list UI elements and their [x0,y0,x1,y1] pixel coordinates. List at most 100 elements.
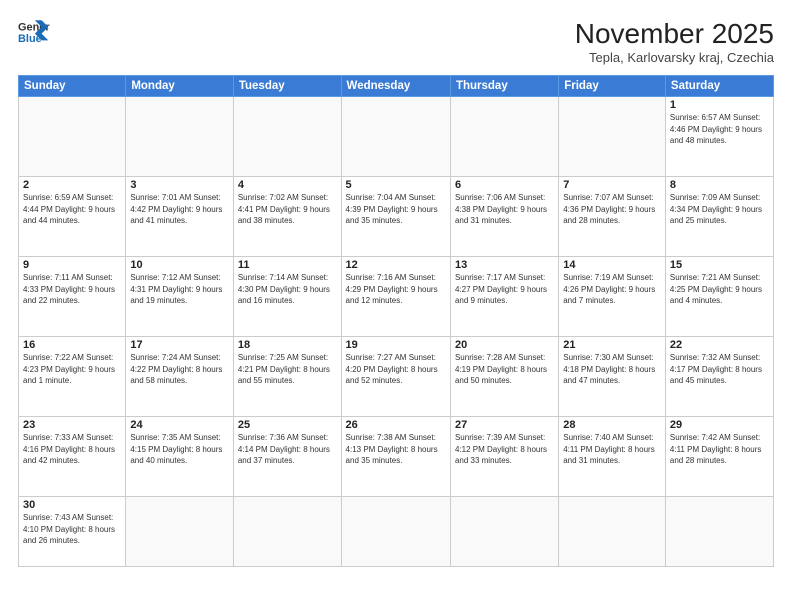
calendar-cell: 11Sunrise: 7:14 AM Sunset: 4:30 PM Dayli… [233,257,341,337]
day-number: 26 [346,419,446,431]
col-wednesday: Wednesday [341,76,450,97]
day-info: Sunrise: 7:36 AM Sunset: 4:14 PM Dayligh… [238,432,337,467]
calendar-cell: 22Sunrise: 7:32 AM Sunset: 4:17 PM Dayli… [665,337,773,417]
calendar-cell: 8Sunrise: 7:09 AM Sunset: 4:34 PM Daylig… [665,177,773,257]
calendar-cell [341,97,450,177]
calendar-cell: 27Sunrise: 7:39 AM Sunset: 4:12 PM Dayli… [450,417,558,497]
day-number: 2 [23,179,121,191]
calendar-cell: 7Sunrise: 7:07 AM Sunset: 4:36 PM Daylig… [559,177,666,257]
calendar-cell: 26Sunrise: 7:38 AM Sunset: 4:13 PM Dayli… [341,417,450,497]
day-info: Sunrise: 7:39 AM Sunset: 4:12 PM Dayligh… [455,432,554,467]
calendar-cell: 19Sunrise: 7:27 AM Sunset: 4:20 PM Dayli… [341,337,450,417]
day-info: Sunrise: 7:25 AM Sunset: 4:21 PM Dayligh… [238,352,337,387]
calendar-cell: 20Sunrise: 7:28 AM Sunset: 4:19 PM Dayli… [450,337,558,417]
logo: General Blue [18,18,50,46]
day-number: 16 [23,339,121,351]
calendar-cell: 16Sunrise: 7:22 AM Sunset: 4:23 PM Dayli… [19,337,126,417]
header: General Blue November 2025 Tepla, Karlov… [18,18,774,65]
day-info: Sunrise: 7:43 AM Sunset: 4:10 PM Dayligh… [23,512,121,547]
day-number: 28 [563,419,661,431]
day-number: 18 [238,339,337,351]
day-info: Sunrise: 7:22 AM Sunset: 4:23 PM Dayligh… [23,352,121,387]
day-info: Sunrise: 7:33 AM Sunset: 4:16 PM Dayligh… [23,432,121,467]
day-info: Sunrise: 7:11 AM Sunset: 4:33 PM Dayligh… [23,272,121,307]
calendar-cell: 24Sunrise: 7:35 AM Sunset: 4:15 PM Dayli… [126,417,234,497]
day-number: 14 [563,259,661,271]
day-number: 9 [23,259,121,271]
title-area: November 2025 Tepla, Karlovarsky kraj, C… [575,18,774,65]
day-info: Sunrise: 7:21 AM Sunset: 4:25 PM Dayligh… [670,272,769,307]
day-info: Sunrise: 7:02 AM Sunset: 4:41 PM Dayligh… [238,192,337,227]
calendar-cell: 28Sunrise: 7:40 AM Sunset: 4:11 PM Dayli… [559,417,666,497]
day-number: 12 [346,259,446,271]
day-number: 17 [130,339,229,351]
day-info: Sunrise: 7:19 AM Sunset: 4:26 PM Dayligh… [563,272,661,307]
calendar-cell [665,497,773,567]
day-number: 27 [455,419,554,431]
calendar-cell: 1Sunrise: 6:57 AM Sunset: 4:46 PM Daylig… [665,97,773,177]
location: Tepla, Karlovarsky kraj, Czechia [575,50,774,65]
col-sunday: Sunday [19,76,126,97]
day-info: Sunrise: 7:16 AM Sunset: 4:29 PM Dayligh… [346,272,446,307]
day-info: Sunrise: 7:24 AM Sunset: 4:22 PM Dayligh… [130,352,229,387]
calendar-cell [450,97,558,177]
calendar-header-row: Sunday Monday Tuesday Wednesday Thursday… [19,76,774,97]
page: General Blue November 2025 Tepla, Karlov… [0,0,792,612]
day-info: Sunrise: 7:42 AM Sunset: 4:11 PM Dayligh… [670,432,769,467]
day-info: Sunrise: 7:38 AM Sunset: 4:13 PM Dayligh… [346,432,446,467]
calendar-table: Sunday Monday Tuesday Wednesday Thursday… [18,75,774,567]
calendar-cell [559,497,666,567]
day-number: 11 [238,259,337,271]
day-info: Sunrise: 7:01 AM Sunset: 4:42 PM Dayligh… [130,192,229,227]
calendar-cell: 18Sunrise: 7:25 AM Sunset: 4:21 PM Dayli… [233,337,341,417]
col-monday: Monday [126,76,234,97]
day-number: 22 [670,339,769,351]
calendar-cell: 12Sunrise: 7:16 AM Sunset: 4:29 PM Dayli… [341,257,450,337]
day-info: Sunrise: 7:30 AM Sunset: 4:18 PM Dayligh… [563,352,661,387]
day-number: 29 [670,419,769,431]
day-info: Sunrise: 7:07 AM Sunset: 4:36 PM Dayligh… [563,192,661,227]
calendar-cell [233,97,341,177]
calendar-cell [19,97,126,177]
day-info: Sunrise: 7:09 AM Sunset: 4:34 PM Dayligh… [670,192,769,227]
day-number: 13 [455,259,554,271]
day-info: Sunrise: 7:40 AM Sunset: 4:11 PM Dayligh… [563,432,661,467]
day-number: 24 [130,419,229,431]
day-number: 5 [346,179,446,191]
calendar-cell [450,497,558,567]
day-number: 20 [455,339,554,351]
day-info: Sunrise: 7:06 AM Sunset: 4:38 PM Dayligh… [455,192,554,227]
day-number: 21 [563,339,661,351]
col-tuesday: Tuesday [233,76,341,97]
day-info: Sunrise: 7:12 AM Sunset: 4:31 PM Dayligh… [130,272,229,307]
day-number: 19 [346,339,446,351]
day-number: 7 [563,179,661,191]
day-number: 3 [130,179,229,191]
calendar-cell: 14Sunrise: 7:19 AM Sunset: 4:26 PM Dayli… [559,257,666,337]
calendar-cell: 17Sunrise: 7:24 AM Sunset: 4:22 PM Dayli… [126,337,234,417]
generalblue-logo-icon: General Blue [18,18,50,46]
calendar-cell: 21Sunrise: 7:30 AM Sunset: 4:18 PM Dayli… [559,337,666,417]
calendar-cell: 9Sunrise: 7:11 AM Sunset: 4:33 PM Daylig… [19,257,126,337]
calendar-cell [233,497,341,567]
day-info: Sunrise: 6:59 AM Sunset: 4:44 PM Dayligh… [23,192,121,227]
day-number: 4 [238,179,337,191]
calendar-cell: 23Sunrise: 7:33 AM Sunset: 4:16 PM Dayli… [19,417,126,497]
day-info: Sunrise: 7:17 AM Sunset: 4:27 PM Dayligh… [455,272,554,307]
calendar-cell: 5Sunrise: 7:04 AM Sunset: 4:39 PM Daylig… [341,177,450,257]
day-number: 15 [670,259,769,271]
calendar-cell: 2Sunrise: 6:59 AM Sunset: 4:44 PM Daylig… [19,177,126,257]
calendar-cell: 30Sunrise: 7:43 AM Sunset: 4:10 PM Dayli… [19,497,126,567]
col-friday: Friday [559,76,666,97]
day-number: 30 [23,499,121,511]
calendar-cell: 6Sunrise: 7:06 AM Sunset: 4:38 PM Daylig… [450,177,558,257]
day-info: Sunrise: 6:57 AM Sunset: 4:46 PM Dayligh… [670,112,769,147]
day-info: Sunrise: 7:28 AM Sunset: 4:19 PM Dayligh… [455,352,554,387]
calendar-cell: 15Sunrise: 7:21 AM Sunset: 4:25 PM Dayli… [665,257,773,337]
day-info: Sunrise: 7:35 AM Sunset: 4:15 PM Dayligh… [130,432,229,467]
calendar-cell: 29Sunrise: 7:42 AM Sunset: 4:11 PM Dayli… [665,417,773,497]
day-number: 6 [455,179,554,191]
calendar-cell: 3Sunrise: 7:01 AM Sunset: 4:42 PM Daylig… [126,177,234,257]
col-saturday: Saturday [665,76,773,97]
month-title: November 2025 [575,18,774,50]
